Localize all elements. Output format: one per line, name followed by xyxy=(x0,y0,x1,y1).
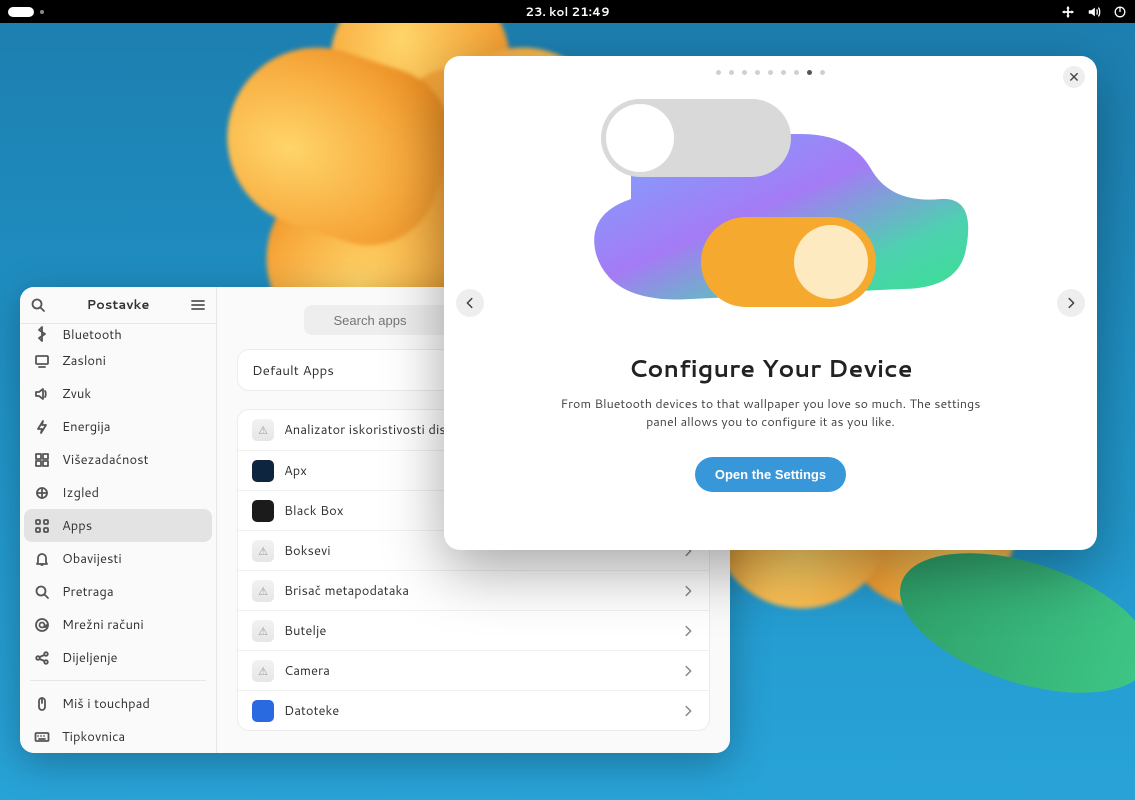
sidebar-item-label: Obavijesti xyxy=(62,550,122,568)
app-name: Analizator iskoristivosti diska xyxy=(284,421,459,439)
power-icon xyxy=(34,419,50,435)
default-apps-label: Default Apps xyxy=(252,361,334,380)
multitask-icon xyxy=(34,452,50,468)
app-row[interactable]: Butelje xyxy=(238,610,709,650)
sidebar-item-multitask[interactable]: Višezadaćnost xyxy=(24,443,212,476)
sidebar-item-label: Pretraga xyxy=(62,583,114,601)
close-button[interactable]: ✕ xyxy=(1063,66,1085,88)
app-icon xyxy=(252,540,274,562)
app-icon xyxy=(252,580,274,602)
onboarding-illustration xyxy=(571,99,971,329)
sidebar-item-display[interactable]: Zasloni xyxy=(24,344,212,377)
sidebar-item-label: Izgled xyxy=(62,484,99,502)
settings-sidebar: Postavke Bluetooth Zasloni Zvuk Energija Viš… xyxy=(20,287,217,753)
app-name: Boksevi xyxy=(284,542,331,560)
sidebar-item-power[interactable]: Energija xyxy=(24,410,212,443)
keyboard-icon xyxy=(34,729,50,745)
sound-icon xyxy=(34,386,50,402)
app-icon xyxy=(252,700,274,722)
sidebar-item-search[interactable]: Pretraga xyxy=(24,575,212,608)
open-settings-button[interactable]: Open the Settings xyxy=(695,457,846,492)
app-icon xyxy=(252,460,274,482)
onboarding-title: Configure Your Device xyxy=(628,351,912,385)
sidebar-item-label: Tipkovnica xyxy=(62,728,125,746)
sidebar-item-mouse[interactable]: Miš i touchpad xyxy=(24,687,212,720)
workspace-dot xyxy=(40,10,44,14)
chevron-right-icon xyxy=(681,704,695,718)
sidebar-item-share[interactable]: Dijeljenje xyxy=(24,641,212,674)
app-name: Camera xyxy=(284,662,330,680)
at-icon xyxy=(34,617,50,633)
onboarding-dialog: ✕ Configure Your Device From Bluetooth d… xyxy=(444,56,1097,550)
appearance-icon xyxy=(34,485,50,501)
sidebar-item-label: Višezadaćnost xyxy=(62,451,149,469)
sidebar-item-label: Miš i touchpad xyxy=(62,695,150,713)
sidebar-item-label: Bluetooth xyxy=(62,326,122,344)
sidebar-item-label: Energija xyxy=(62,418,111,436)
onboarding-description: From Bluetooth devices to that wallpaper… xyxy=(556,395,986,431)
app-row[interactable]: Datoteke xyxy=(238,690,709,730)
bell-icon xyxy=(34,551,50,567)
menu-icon[interactable] xyxy=(190,297,206,313)
activities-pill[interactable] xyxy=(8,7,34,17)
app-name: Apx xyxy=(284,462,307,480)
app-name: Brisač metapodataka xyxy=(284,582,409,600)
app-icon xyxy=(252,419,274,441)
search-icon xyxy=(34,584,50,600)
app-name: Black Box xyxy=(284,502,344,520)
sidebar-item-label: Dijeljenje xyxy=(62,649,118,667)
apps-icon xyxy=(34,518,50,534)
sidebar-item-label: Mrežni računi xyxy=(62,616,144,634)
sidebar-item-bluetooth[interactable]: Bluetooth xyxy=(24,326,212,344)
chevron-right-icon xyxy=(681,624,695,638)
sidebar-item-label: Zasloni xyxy=(62,352,106,370)
sidebar-item-bell[interactable]: Obavijesti xyxy=(24,542,212,575)
app-icon xyxy=(252,620,274,642)
app-row[interactable]: Camera xyxy=(238,650,709,690)
display-icon xyxy=(34,353,50,369)
chevron-right-icon xyxy=(681,584,695,598)
sidebar-item-at[interactable]: Mrežni računi xyxy=(24,608,212,641)
prev-button[interactable] xyxy=(456,289,484,317)
mouse-icon xyxy=(34,696,50,712)
share-icon xyxy=(34,650,50,666)
sidebar-item-label: Zvuk xyxy=(62,385,91,403)
sidebar-item-sound[interactable]: Zvuk xyxy=(24,377,212,410)
volume-icon[interactable] xyxy=(1087,5,1101,19)
app-icon xyxy=(252,500,274,522)
app-name: Butelje xyxy=(284,622,326,640)
page-indicator xyxy=(716,70,825,75)
settings-title: Postavke xyxy=(46,296,190,314)
chevron-right-icon xyxy=(681,664,695,678)
clock[interactable]: 23. kol 21:49 xyxy=(525,3,609,20)
app-icon xyxy=(252,660,274,682)
app-row[interactable]: Brisač metapodataka xyxy=(238,570,709,610)
sidebar-item-appearance[interactable]: Izgled xyxy=(24,476,212,509)
sidebar-item-label: Apps xyxy=(62,517,92,535)
bluetooth-icon xyxy=(34,326,50,342)
app-name: Datoteke xyxy=(284,702,339,720)
network-icon[interactable] xyxy=(1061,5,1075,19)
sidebar-item-keyboard[interactable]: Tipkovnica xyxy=(24,720,212,753)
next-button[interactable] xyxy=(1057,289,1085,317)
power-icon[interactable] xyxy=(1113,5,1127,19)
sidebar-item-apps[interactable]: Apps xyxy=(24,509,212,542)
search-icon[interactable] xyxy=(30,297,46,313)
